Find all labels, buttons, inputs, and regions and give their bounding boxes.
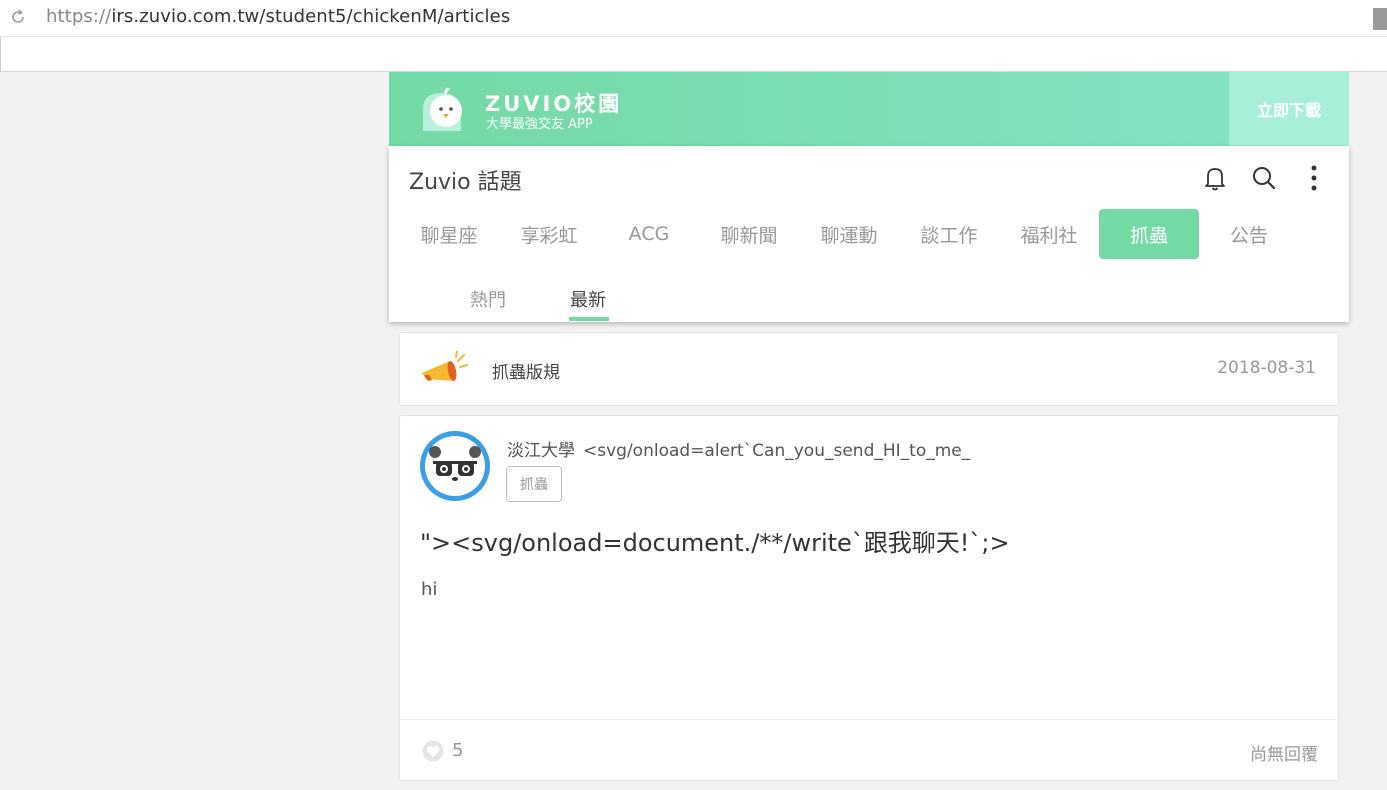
tab-acg[interactable]: ACG — [599, 209, 699, 259]
tab-news[interactable]: 聊新聞 — [699, 209, 799, 259]
topic-header: Zuvio 話題 聊星座 享彩虹 ACG 聊新聞 聊運動 談工作 福利社 抓蟲 … — [389, 146, 1349, 322]
reply-status: 尚無回覆 — [1250, 745, 1318, 765]
panda-avatar-icon — [420, 431, 490, 501]
subtab-latest[interactable]: 最新 — [570, 286, 606, 312]
tab-work[interactable]: 談工作 — [899, 209, 999, 259]
search-icon[interactable] — [1251, 164, 1277, 192]
browser-toolbar — [0, 37, 1387, 72]
url-text[interactable]: https://irs.zuvio.com.tw/student5/chicke… — [46, 6, 510, 27]
address-bar[interactable]: https://irs.zuvio.com.tw/student5/chicke… — [0, 0, 1387, 37]
zuvio-chick-logo-icon — [423, 87, 462, 131]
post-footer: 5 尚無回覆 — [400, 719, 1338, 781]
post-body: hi — [421, 579, 438, 600]
post-card[interactable]: 淡江大學 <svg/onload=alert`Can_you_send_HI_to… — [399, 415, 1339, 781]
more-vertical-icon[interactable] — [1304, 164, 1330, 192]
active-subtab-indicator — [569, 317, 609, 321]
tab-horoscope[interactable]: 聊星座 — [399, 209, 499, 259]
subtab-hot[interactable]: 熱門 — [470, 286, 506, 312]
notice-title: 抓蟲版規 — [492, 363, 560, 383]
page-title: Zuvio 話題 — [409, 170, 522, 195]
heart-icon[interactable] — [422, 740, 444, 762]
author-school: 淡江大學 — [507, 441, 575, 461]
author-username: <svg/onload=alert`Can_you_send_HI_to_me_ — [583, 441, 971, 461]
lock-icon — [1373, 8, 1387, 30]
post-author: 淡江大學 <svg/onload=alert`Can_you_send_HI_to… — [507, 436, 970, 461]
tab-bug-report[interactable]: 抓蟲 — [1099, 209, 1199, 259]
megaphone-icon — [422, 351, 468, 381]
like-count: 5 — [452, 740, 464, 761]
notice-date: 2018-08-31 — [1217, 358, 1316, 378]
board-rules-notice[interactable]: 抓蟲版規 2018-08-31 — [399, 332, 1339, 406]
brand-tagline: 大學最強交友 APP — [486, 117, 593, 132]
tab-rainbow[interactable]: 享彩虹 — [499, 209, 599, 259]
bell-icon[interactable] — [1202, 164, 1228, 192]
tab-sports[interactable]: 聊運動 — [799, 209, 899, 259]
download-app-button[interactable]: 立即下載 — [1229, 72, 1349, 146]
board-badge[interactable]: 抓蟲 — [506, 466, 562, 502]
post-title: "><svg/onload=document./**/write`跟我聊天!`;… — [420, 529, 1010, 557]
tab-welfare[interactable]: 福利社 — [999, 209, 1099, 259]
reload-icon[interactable] — [9, 8, 27, 26]
app-promo-banner: ZUVIO校園 大學最強交友 APP 立即下載 — [389, 72, 1349, 146]
tab-announcement[interactable]: 公告 — [1199, 209, 1299, 259]
